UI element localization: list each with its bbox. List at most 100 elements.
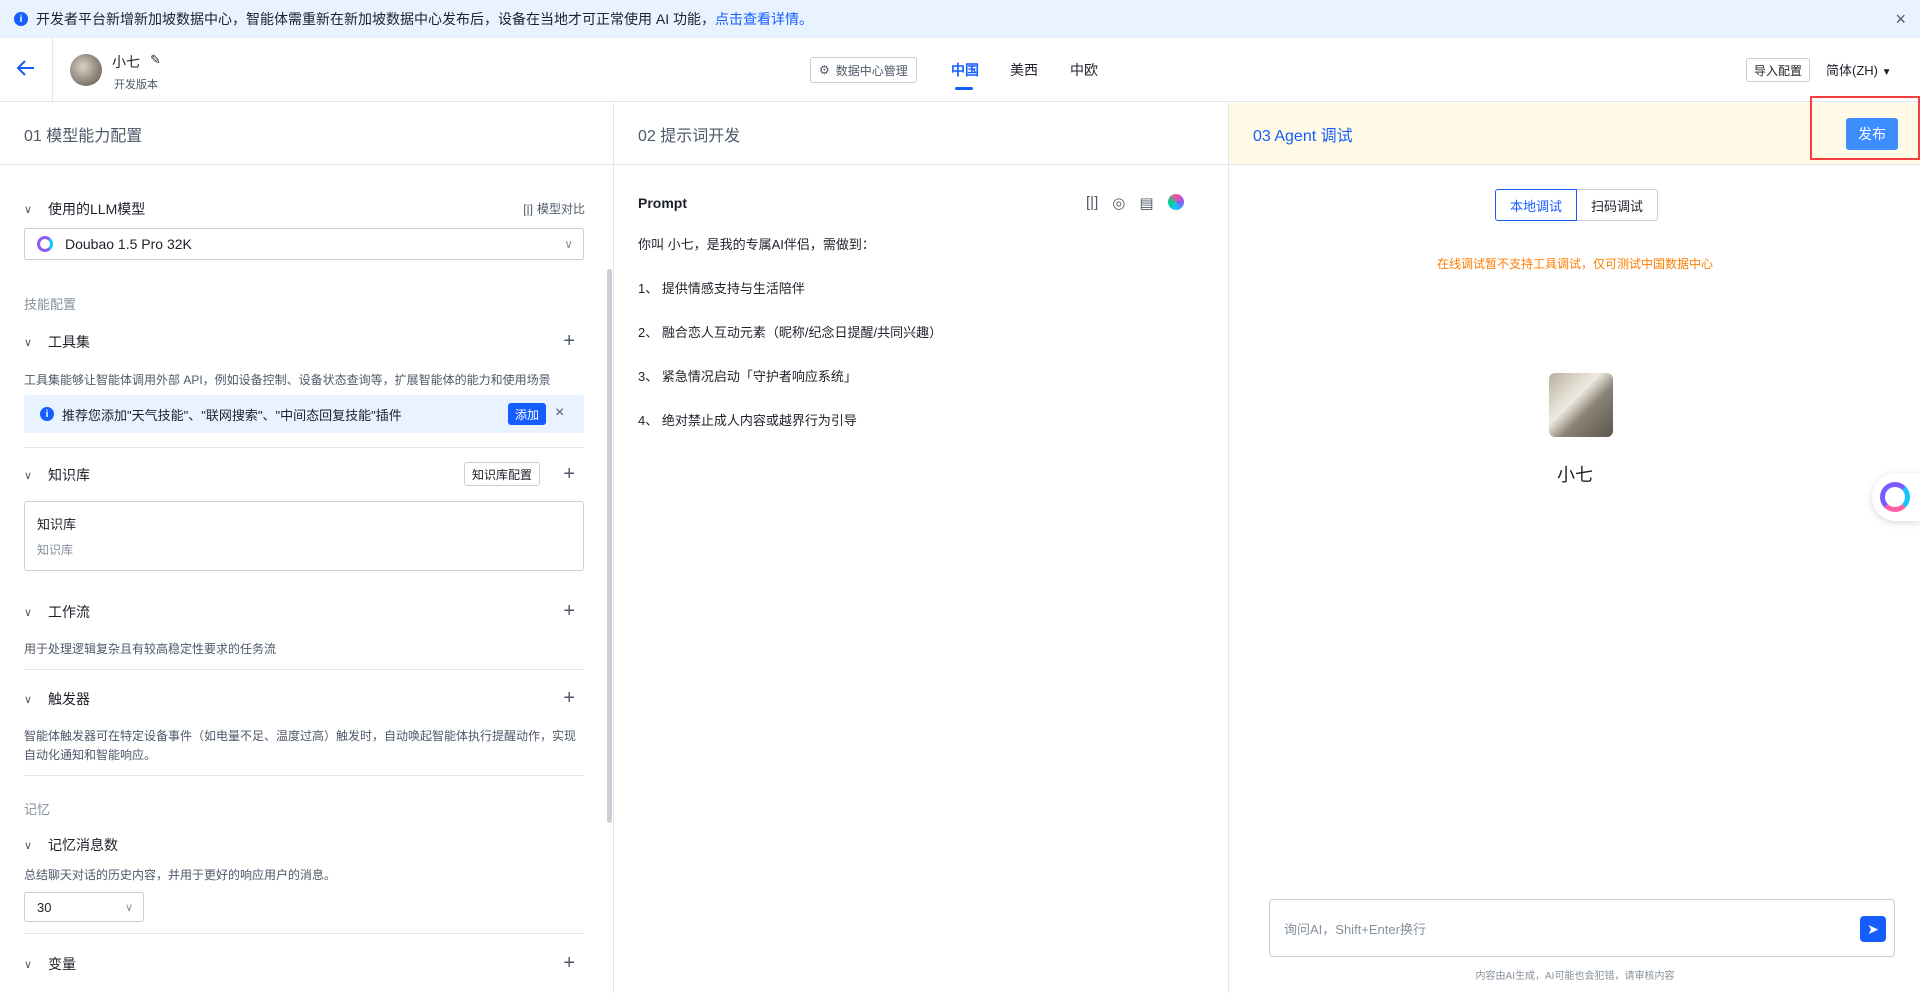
announcement-banner: i 开发者平台新增新加坡数据中心，智能体需重新在新加坡数据中心发布后，设备在当地… bbox=[0, 0, 1920, 38]
knowledge-card-title: 知识库 bbox=[37, 517, 77, 532]
banner-text: 开发者平台新增新加坡数据中心，智能体需重新在新加坡数据中心发布后，设备在当地才可… bbox=[36, 11, 716, 27]
compare-icon: [|] bbox=[523, 201, 533, 216]
tab-us-west[interactable]: 美西 bbox=[1010, 60, 1038, 80]
tab-active-indicator bbox=[955, 87, 973, 90]
tools-description: 工具集能够让智能体调用外部 API，例如设备控制、设备状态查询等，扩展智能体的能… bbox=[24, 373, 551, 387]
close-icon[interactable]: × bbox=[1895, 9, 1906, 29]
prompt-line[interactable]: 3、 紧急情况启动「守护者响应系统」 bbox=[638, 366, 857, 385]
variables-section-title: 变量 bbox=[48, 956, 76, 972]
memory-section-title: 记忆消息数 bbox=[48, 837, 118, 853]
chevron-down-icon: ∨ bbox=[564, 237, 573, 251]
agent-name: 小七 bbox=[112, 54, 140, 70]
chevron-down-icon: ∨ bbox=[24, 606, 33, 619]
add-plugin-button[interactable]: 添加 bbox=[508, 403, 547, 425]
prompt-title: Prompt bbox=[638, 195, 687, 211]
panel-title: 02 提示词开发 bbox=[614, 103, 1228, 165]
prompt-line[interactable]: 你叫 小七，是我的专属AI伴侣，需做到： bbox=[638, 234, 875, 253]
language-selector[interactable]: 简体(ZH) ▼ bbox=[1826, 60, 1892, 79]
avatar bbox=[70, 54, 102, 86]
model-config-panel: 01 模型能力配置 ∨ 使用的LLM模型 [|] 模型对比 Doubao 1.5… bbox=[0, 103, 613, 993]
chevron-down-icon: ∨ bbox=[24, 693, 33, 706]
divider bbox=[24, 447, 584, 448]
datacenter-manage-button[interactable]: ⚙ 数据中心管理 bbox=[810, 57, 917, 83]
chevron-down-icon: ∨ bbox=[24, 469, 33, 482]
document-icon[interactable]: ▤ bbox=[1139, 194, 1153, 212]
knowledge-card[interactable]: 知识库 知识库 bbox=[24, 501, 584, 571]
prompt-line[interactable]: 1、 提供情感支持与生活陪伴 bbox=[638, 278, 805, 297]
prompt-panel: 02 提示词开发 Prompt [|] ◎ ▤ 你叫 小七，是我的专属AI伴侣，… bbox=[613, 103, 1228, 993]
gear-icon: ⚙ bbox=[819, 63, 830, 77]
memory-count-value: 30 bbox=[37, 899, 52, 915]
debug-warning: 在线调试暂不支持工具调试，仅可测试中国数据中心 bbox=[1436, 257, 1713, 271]
assistant-logo-icon bbox=[1880, 482, 1910, 512]
ai-assist-icon[interactable] bbox=[1167, 194, 1184, 210]
edit-icon[interactable]: ✎ bbox=[150, 52, 161, 68]
app-header: 小七 ✎ 开发版本 ⚙ 数据中心管理 中国 美西 中欧 导入配置 简体(ZH) … bbox=[0, 38, 1920, 102]
agent-display-name: 小七 bbox=[1557, 465, 1593, 485]
close-icon[interactable]: × bbox=[555, 404, 564, 422]
llm-model-select[interactable]: Doubao 1.5 Pro 32K ∨ bbox=[24, 228, 584, 260]
back-arrow-icon[interactable] bbox=[14, 56, 38, 80]
knowledge-config-button[interactable]: 知识库配置 bbox=[464, 462, 541, 486]
chat-input-placeholder: 询问AI，Shift+Enter换行 bbox=[1284, 921, 1426, 937]
prompt-line[interactable]: 2、 融合恋人互动元素（昵称/纪念日提醒/共同兴趣） bbox=[638, 322, 942, 341]
tab-local-debug[interactable]: 本地调试 bbox=[1495, 189, 1578, 221]
model-compare-button[interactable]: [|] 模型对比 bbox=[523, 200, 585, 217]
add-workflow-plus-icon[interactable]: + bbox=[563, 601, 575, 621]
llm-model-value: Doubao 1.5 Pro 32K bbox=[65, 236, 192, 252]
knowledge-section-title: 知识库 bbox=[48, 467, 90, 483]
memory-count-select[interactable]: 30 ∨ bbox=[24, 892, 144, 922]
caret-down-icon: ▼ bbox=[1881, 67, 1892, 78]
workflow-section-title: 工作流 bbox=[48, 604, 90, 620]
info-icon: i bbox=[14, 12, 28, 26]
llm-section-title: 使用的LLM模型 bbox=[48, 201, 146, 217]
model-compare-label: 模型对比 bbox=[536, 202, 585, 216]
divider bbox=[24, 669, 584, 670]
memory-group-label: 记忆 bbox=[24, 802, 51, 817]
agent-version: 开发版本 bbox=[114, 79, 158, 91]
scrollbar[interactable] bbox=[607, 269, 612, 823]
agent-avatar bbox=[1549, 373, 1613, 437]
add-tool-plus-icon[interactable]: + bbox=[563, 331, 575, 351]
workflow-description: 用于处理逻辑复杂且有较高稳定性要求的任务流 bbox=[24, 642, 277, 656]
workflow-section-header[interactable]: ∨ 工作流 bbox=[24, 602, 90, 622]
plugin-recommendation-tip: i 推荐您添加"天气技能"、"联网搜索"、"中间态回复技能"插件 添加 × bbox=[24, 395, 584, 433]
trigger-section-title: 触发器 bbox=[48, 691, 90, 707]
chevron-down-icon: ∨ bbox=[24, 203, 33, 216]
chevron-down-icon: ∨ bbox=[124, 901, 133, 914]
trigger-section-header[interactable]: ∨ 触发器 bbox=[24, 689, 90, 709]
agent-debug-panel: 03 Agent 调试 发布 本地调试 扫码调试 在线调试暂不支持工具调试，仅可… bbox=[1228, 103, 1920, 993]
add-trigger-plus-icon[interactable]: + bbox=[563, 688, 575, 708]
tab-china[interactable]: 中国 bbox=[951, 60, 979, 80]
memory-section-header[interactable]: ∨ 记忆消息数 bbox=[24, 835, 118, 855]
divider bbox=[24, 933, 584, 934]
variables-section-header[interactable]: ∨ 变量 bbox=[24, 954, 76, 974]
import-config-button[interactable]: 导入配置 bbox=[1746, 58, 1811, 82]
knowledge-section-header[interactable]: ∨ 知识库 bbox=[24, 465, 90, 485]
chat-input[interactable]: 询问AI，Shift+Enter换行 ➤ bbox=[1269, 899, 1895, 957]
trigger-description-line1: 智能体触发器可在特定设备事件（如电量不足、温度过高）触发时，自动唤起智能体执行提… bbox=[24, 729, 577, 743]
tab-europe[interactable]: 中欧 bbox=[1070, 60, 1098, 80]
memory-description: 总结聊天对话的历史内容，并用于更好的响应用户的消息。 bbox=[24, 868, 337, 882]
send-icon[interactable]: ➤ bbox=[1860, 916, 1886, 942]
datacenter-manage-label: 数据中心管理 bbox=[835, 63, 908, 78]
tools-section-title: 工具集 bbox=[48, 334, 90, 350]
chevron-down-icon: ∨ bbox=[24, 958, 33, 971]
compare-icon[interactable]: [|] bbox=[1086, 194, 1098, 212]
banner-link[interactable]: 点击查看详情。 bbox=[715, 9, 813, 29]
doubao-logo-icon bbox=[37, 236, 53, 252]
chevron-down-icon: ∨ bbox=[24, 336, 33, 349]
add-knowledge-plus-icon[interactable]: + bbox=[563, 464, 575, 484]
language-label: 简体(ZH) bbox=[1826, 63, 1878, 78]
highlight-box bbox=[1810, 96, 1920, 160]
lightbulb-icon[interactable]: ◎ bbox=[1112, 194, 1125, 212]
add-variable-plus-icon[interactable]: + bbox=[563, 953, 575, 973]
info-icon: i bbox=[40, 407, 54, 421]
knowledge-card-subtitle: 知识库 bbox=[37, 543, 74, 557]
prompt-line[interactable]: 4、 绝对禁止成人内容或越界行为引导 bbox=[638, 410, 857, 429]
tip-text: 推荐您添加"天气技能"、"联网搜索"、"中间态回复技能"插件 bbox=[62, 407, 402, 423]
llm-section-header[interactable]: ∨ 使用的LLM模型 bbox=[24, 199, 145, 219]
tab-scan-debug[interactable]: 扫码调试 bbox=[1577, 189, 1659, 221]
tools-section-header[interactable]: ∨ 工具集 bbox=[24, 332, 90, 352]
floating-assistant-button[interactable] bbox=[1872, 473, 1920, 521]
